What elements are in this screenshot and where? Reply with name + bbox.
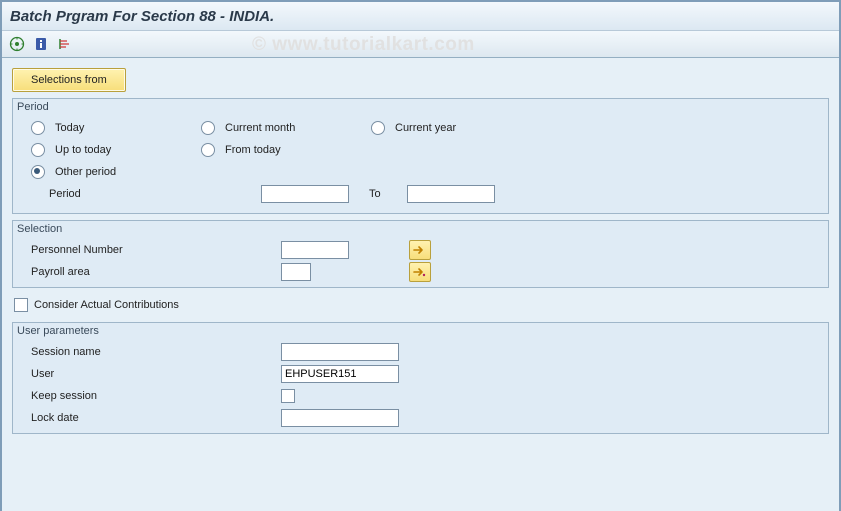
personnel-number-label: Personnel Number (31, 244, 281, 256)
body-area: Selections from Period Today Current mon… (2, 58, 839, 511)
selection-group: Selection Personnel Number Payroll area (12, 220, 829, 288)
lock-date-input[interactable] (281, 409, 399, 427)
lock-date-label: Lock date (31, 412, 281, 424)
keep-session-label: Keep session (31, 390, 281, 402)
app-window: Batch Prgram For Section 88 - INDIA. (0, 0, 841, 511)
radio-from-today-label: From today (225, 144, 281, 156)
radio-current-month[interactable] (201, 121, 215, 135)
consider-actual-checkbox[interactable] (14, 298, 28, 312)
user-params-group: User parameters Session name User Keep s… (12, 322, 829, 434)
period-to-input[interactable] (407, 185, 495, 203)
info-icon[interactable] (32, 35, 50, 53)
user-input[interactable] (281, 365, 399, 383)
period-to-label: To (349, 188, 407, 200)
period-group-title: Period (13, 101, 828, 115)
payroll-area-label: Payroll area (31, 266, 281, 278)
radio-up-to-today-label: Up to today (55, 144, 111, 156)
payroll-area-multi-select-button[interactable] (409, 262, 431, 282)
radio-from-today[interactable] (201, 143, 215, 157)
radio-up-to-today[interactable] (31, 143, 45, 157)
personnel-number-input[interactable] (281, 241, 349, 259)
session-name-label: Session name (31, 346, 281, 358)
radio-other-period-label: Other period (55, 166, 116, 178)
selections-from-button[interactable]: Selections from (12, 68, 126, 92)
org-structure-icon[interactable] (56, 35, 74, 53)
radio-other-period[interactable] (31, 165, 45, 179)
radio-current-year-label: Current year (395, 122, 456, 134)
session-name-input[interactable] (281, 343, 399, 361)
period-group: Period Today Current month Current year (12, 98, 829, 214)
personnel-number-multi-select-button[interactable] (409, 240, 431, 260)
page-title: Batch Prgram For Section 88 - INDIA. (10, 8, 274, 25)
consider-actual-row: Consider Actual Contributions (14, 298, 829, 312)
radio-current-year[interactable] (371, 121, 385, 135)
radio-current-month-label: Current month (225, 122, 295, 134)
period-field-label: Period (49, 188, 261, 200)
payroll-area-input[interactable] (281, 263, 311, 281)
period-from-input[interactable] (261, 185, 349, 203)
keep-session-checkbox[interactable] (281, 389, 295, 403)
execute-icon[interactable] (8, 35, 26, 53)
user-params-group-title: User parameters (13, 325, 828, 339)
radio-today-label: Today (55, 122, 84, 134)
title-bar: Batch Prgram For Section 88 - INDIA. (2, 2, 839, 31)
radio-today[interactable] (31, 121, 45, 135)
consider-actual-label: Consider Actual Contributions (34, 299, 179, 311)
selection-group-title: Selection (13, 223, 828, 237)
toolbar (2, 31, 839, 58)
user-label: User (31, 368, 281, 380)
selections-from-label: Selections from (31, 74, 107, 86)
